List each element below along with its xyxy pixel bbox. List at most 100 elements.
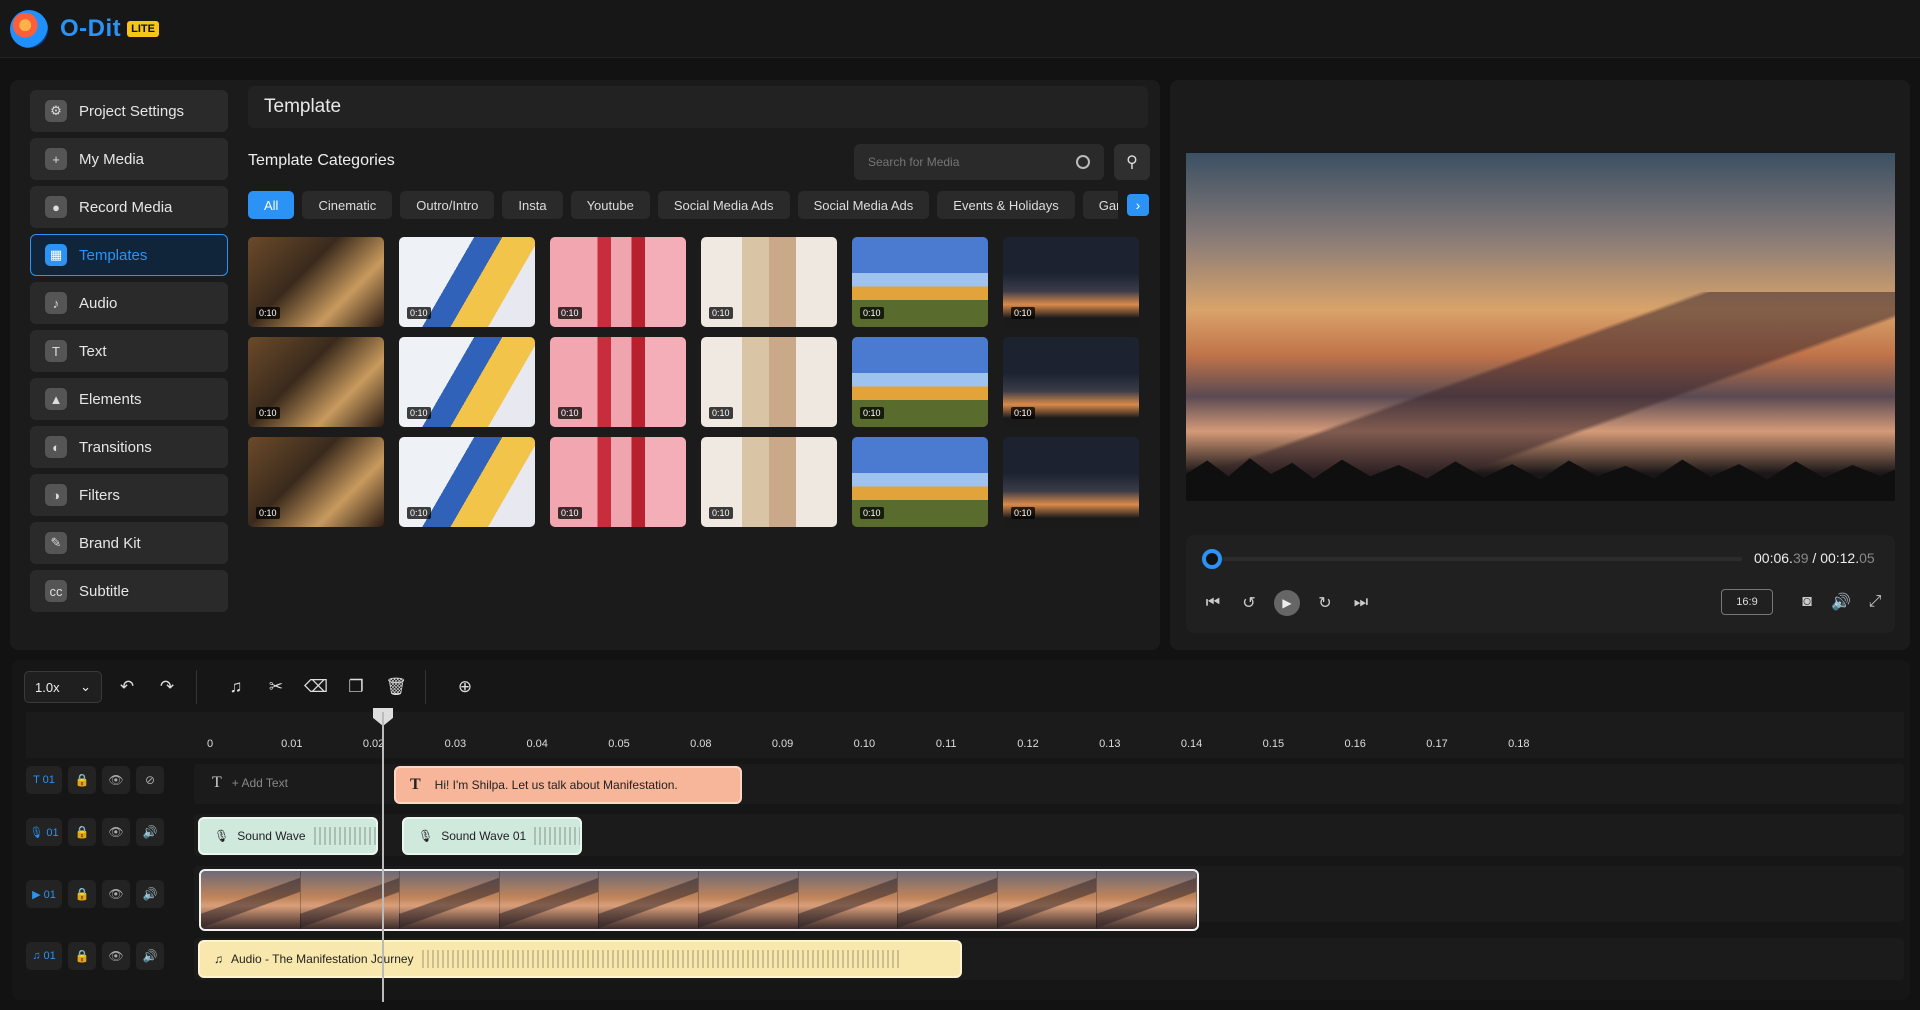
template-thumbnail[interactable]: 0:10 — [1003, 437, 1139, 527]
ruler-tick-label: 0.13 — [1099, 738, 1121, 750]
search-box[interactable] — [854, 144, 1104, 180]
eraser-icon[interactable]: ⌫ — [301, 672, 331, 702]
volume-icon[interactable]: 🔊 — [136, 818, 164, 846]
template-thumbnail[interactable]: 0:10 — [852, 437, 988, 527]
sidebar-item-filters[interactable]: ◑ Filters — [30, 474, 228, 516]
sidebar-item-brand-kit[interactable]: ✎ Brand Kit — [30, 522, 228, 564]
audio-clip[interactable]: ♫ Audio - The Manifestation Journey — [198, 940, 962, 978]
eye-icon[interactable]: 👁 — [102, 818, 130, 846]
seek-bar[interactable] — [1222, 557, 1742, 561]
template-thumbnail[interactable]: 0:10 — [550, 437, 686, 527]
video-frame-thumbnail — [400, 871, 500, 929]
template-thumbnail[interactable]: 0:10 — [852, 237, 988, 327]
sidebar-item-audio[interactable]: ♪ Audio — [30, 282, 228, 324]
template-thumbnail[interactable]: 0:10 — [701, 337, 837, 427]
category-chip[interactable]: Gaming — [1082, 191, 1118, 219]
current-time-frac: 39 — [1792, 550, 1809, 566]
volume-icon[interactable]: 🔊 — [1830, 591, 1852, 613]
category-chip[interactable]: Social Media Ads — [657, 191, 790, 219]
sidebar-item-label: Record Media — [79, 198, 173, 216]
sidebar-item-transitions[interactable]: ◐ Transitions — [30, 426, 228, 468]
duration-badge: 0:10 — [1011, 407, 1035, 419]
category-chip[interactable]: Outro/Intro — [400, 191, 495, 219]
video-clip[interactable] — [199, 869, 1199, 931]
template-thumbnail[interactable]: 0:10 — [1003, 337, 1139, 427]
template-thumbnail[interactable]: 0:10 — [399, 237, 535, 327]
search-icon[interactable] — [1076, 155, 1090, 169]
toolbar-divider — [196, 670, 197, 704]
template-thumbnail[interactable]: 0:10 — [701, 437, 837, 527]
seek-handle[interactable] — [1202, 549, 1222, 569]
trash-icon[interactable]: 🗑 — [381, 672, 411, 702]
rewind-10-icon[interactable]: ↺ — [1238, 592, 1260, 614]
add-track-icon[interactable]: ⊕ — [450, 672, 480, 702]
lock-icon[interactable]: 🔒 — [68, 766, 96, 794]
video-preview[interactable] — [1186, 153, 1895, 501]
microphone-icon: 🎙 — [214, 829, 230, 843]
template-thumbnail[interactable]: 0:10 — [1003, 237, 1139, 327]
snapshot-icon[interactable]: ◙ — [1796, 591, 1818, 613]
duration-badge: 0:10 — [256, 307, 280, 319]
sidebar-item-label: Transitions — [79, 438, 152, 456]
microphone-icon: 🎙 — [418, 829, 434, 843]
chevron-down-icon: ⌄ — [80, 679, 91, 694]
filter-button[interactable]: ⚲ — [1114, 144, 1150, 180]
voice-track-header: 🎙 01 🔒 👁 🔊 — [26, 818, 190, 846]
fullscreen-icon[interactable]: ⤢ — [1864, 591, 1886, 613]
skip-start-icon[interactable]: ⏮ — [1202, 592, 1224, 614]
sidebar-item-subtitle[interactable]: cc Subtitle — [30, 570, 228, 612]
playhead[interactable] — [382, 712, 384, 1002]
category-chip[interactable]: Events & Holidays — [937, 191, 1075, 219]
skip-end-icon[interactable]: ⏭ — [1350, 592, 1372, 614]
forward-10-icon[interactable]: ↻ — [1314, 592, 1336, 614]
lock-icon[interactable]: 🔒 — [68, 818, 96, 846]
lock-icon[interactable]: 🔒 — [68, 942, 96, 970]
speed-value: 1.0x — [35, 679, 60, 695]
scissors-icon[interactable]: ✂ — [261, 672, 291, 702]
lock-icon[interactable]: 🔒 — [68, 880, 96, 908]
template-thumbnail[interactable]: 0:10 — [550, 337, 686, 427]
category-chip[interactable]: Youtube — [570, 191, 650, 219]
sound-wave-clip[interactable]: 🎙 Sound Wave — [198, 817, 378, 855]
eye-icon[interactable]: 👁 — [102, 766, 130, 794]
undo-icon[interactable]: ↶ — [112, 672, 142, 702]
sidebar-item-my-media[interactable]: + My Media — [30, 138, 228, 180]
redo-icon[interactable]: ↷ — [152, 672, 182, 702]
volume-icon[interactable]: 🔊 — [136, 880, 164, 908]
play-icon[interactable]: ▶ — [1274, 590, 1300, 616]
sidebar-item-text[interactable]: T Text — [30, 330, 228, 372]
sidebar-item-templates[interactable]: ▦ Templates — [30, 234, 228, 276]
aspect-ratio-button[interactable]: 16:9 — [1721, 589, 1773, 615]
time-ruler[interactable]: 0 0.01 0.02 0.03 0.04 0.05 0.08 0.09 0.10 0.11 0.1… — [26, 712, 1904, 758]
template-thumbnail[interactable]: 0:10 — [248, 237, 384, 327]
search-input[interactable] — [868, 155, 1076, 169]
template-thumbnail[interactable]: 0:10 — [550, 237, 686, 327]
template-thumbnail[interactable]: 0:10 — [399, 437, 535, 527]
template-thumbnail[interactable]: 0:10 — [399, 337, 535, 427]
template-thumbnail[interactable]: 0:10 — [852, 337, 988, 427]
duplicate-icon[interactable]: ❐ — [341, 672, 371, 702]
text-clip[interactable]: T Hi! I'm Shilpa. Let us talk about Mani… — [394, 766, 742, 804]
template-thumbnail[interactable]: 0:10 — [248, 437, 384, 527]
sound-wave-clip[interactable]: 🎙 Sound Wave 01 — [402, 817, 582, 855]
add-music-icon[interactable]: ♫ — [221, 672, 251, 702]
template-thumbnail[interactable]: 0:10 — [701, 237, 837, 327]
add-text-button[interactable]: T + Add Text — [212, 774, 288, 792]
volume-icon[interactable]: 🔊 — [136, 942, 164, 970]
chevron-right-icon[interactable]: › — [1127, 194, 1149, 216]
category-chip[interactable]: Cinematic — [302, 191, 393, 219]
gear-icon: ⚙ — [45, 100, 67, 122]
eye-icon[interactable]: 👁 — [102, 942, 130, 970]
template-thumbnail[interactable]: 0:10 — [248, 337, 384, 427]
speed-select[interactable]: 1.0x ⌄ — [24, 671, 102, 703]
sidebar-item-elements[interactable]: ▲ Elements — [30, 378, 228, 420]
eye-icon[interactable]: 👁 — [102, 880, 130, 908]
sidebar-item-record-media[interactable]: ● Record Media — [30, 186, 228, 228]
ruler-tick-label: 0.12 — [1017, 738, 1039, 750]
category-chip[interactable]: Social Media Ads — [797, 191, 930, 219]
hide-icon[interactable]: ⊘ — [136, 766, 164, 794]
total-time-main: 00:12. — [1820, 550, 1860, 566]
category-chip[interactable]: All — [248, 191, 295, 219]
category-chip[interactable]: Insta — [502, 191, 563, 219]
sidebar-item-project-settings[interactable]: ⚙ Project Settings — [30, 90, 228, 132]
